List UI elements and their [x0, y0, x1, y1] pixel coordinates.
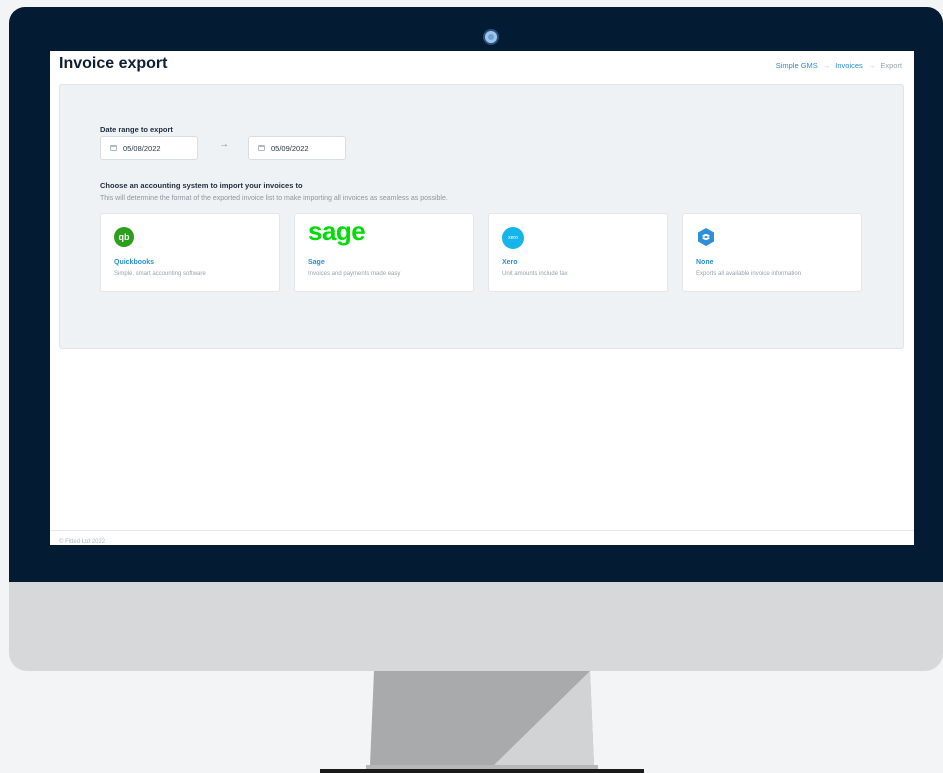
monitor-base	[320, 769, 644, 773]
breadcrumb-item-export: Export	[880, 61, 902, 70]
calendar-icon	[110, 145, 117, 151]
date-range-label: Date range to export	[100, 125, 173, 134]
breadcrumb: Simple GMS → Invoices → Export	[776, 61, 902, 70]
app-screen: Invoice export Simple GMS → Invoices → Expor…	[50, 51, 914, 545]
sage-logo-icon: sage	[308, 216, 366, 246]
export-panel: Date range to export 05/08/2022 → 05/09/…	[59, 84, 904, 349]
monitor-chin	[9, 582, 943, 671]
camera-icon	[485, 31, 497, 43]
option-name: Sage	[308, 259, 325, 266]
breadcrumb-arrow-icon: →	[822, 61, 831, 70]
none-logo-icon	[696, 227, 716, 252]
quickbooks-logo-icon: qb	[114, 227, 134, 247]
xero-logo-icon: xero	[502, 227, 524, 249]
option-card-sage[interactable]: sage Sage Invoices and payments made eas…	[294, 213, 474, 292]
breadcrumb-item-simple-gms[interactable]: Simple GMS	[776, 61, 818, 70]
option-description: Simple, smart accounting software	[114, 271, 206, 277]
start-date-value: 05/08/2022	[123, 143, 161, 153]
option-description: Exports all available invoice informatio…	[696, 271, 802, 277]
calendar-icon	[258, 145, 265, 151]
option-name: Quickbooks	[114, 259, 155, 266]
date-range-arrow-icon: →	[219, 139, 229, 150]
breadcrumb-arrow-icon: →	[867, 61, 876, 70]
option-description: Invoices and payments made easy	[308, 271, 401, 277]
option-name: None	[696, 259, 714, 266]
page-header: Invoice export Simple GMS → Invoices → Expor…	[50, 51, 914, 81]
option-description: Unit amounts include tax	[502, 271, 568, 277]
accounting-system-label: Choose an accounting system to import yo…	[100, 181, 303, 190]
option-name: Xero	[502, 259, 518, 266]
page-title: Invoice export	[59, 55, 168, 72]
monitor-stand	[366, 671, 598, 773]
end-date-input[interactable]: 05/09/2022	[248, 136, 346, 160]
footer-copyright: © Fitted Ltd 2022	[59, 539, 106, 545]
footer-divider	[50, 530, 914, 531]
option-card-xero[interactable]: xero Xero Unit amounts include tax	[488, 213, 668, 292]
option-card-none[interactable]: None Exports all available invoice infor…	[682, 213, 862, 292]
end-date-value: 05/09/2022	[271, 143, 309, 153]
start-date-input[interactable]: 05/08/2022	[100, 136, 198, 160]
accounting-system-helper: This will determine the format of the ex…	[100, 195, 448, 202]
breadcrumb-item-invoices[interactable]: Invoices	[835, 61, 863, 70]
option-card-quickbooks[interactable]: qb Quickbooks Simple, smart accounting s…	[100, 213, 280, 292]
